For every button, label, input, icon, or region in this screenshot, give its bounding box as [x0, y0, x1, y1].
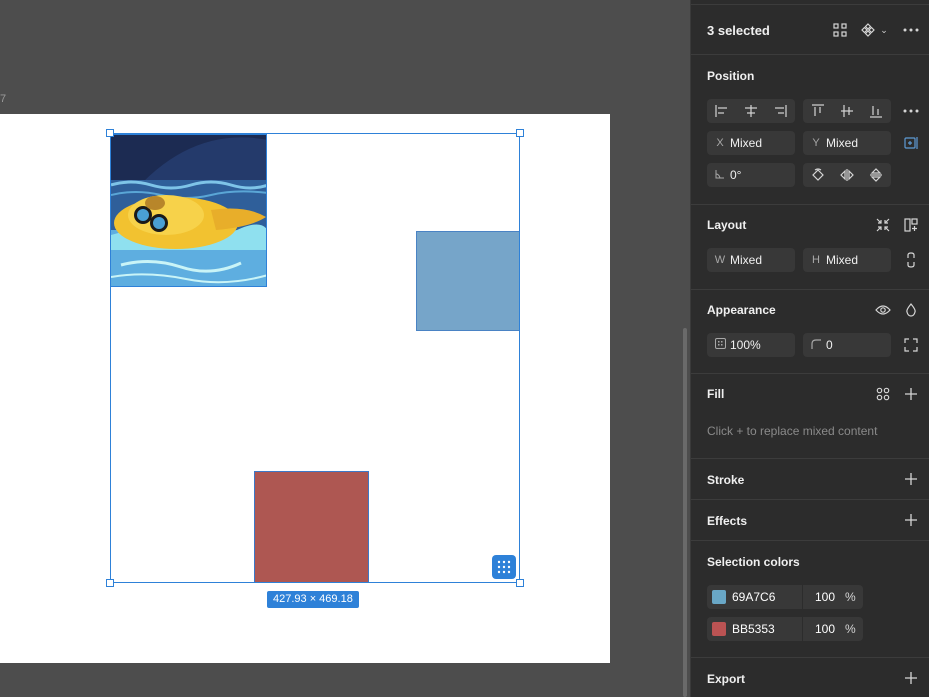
rotation-value: 0° [730, 168, 742, 182]
align-right-icon[interactable] [766, 99, 795, 123]
panel-scrollbar[interactable] [683, 328, 687, 697]
flip-vertical-icon[interactable] [862, 163, 891, 187]
more-options-icon[interactable] [900, 19, 922, 41]
rotate-90-icon[interactable] [803, 163, 832, 187]
opacity-icon [710, 338, 730, 352]
effects-title: Effects [707, 514, 748, 528]
h-label: H [812, 254, 820, 266]
align-bottom-icon[interactable] [862, 99, 891, 123]
percent-sign: % [845, 622, 856, 636]
character-image [111, 135, 266, 286]
stroke-section: Stroke [691, 459, 929, 500]
corner-radius-field[interactable]: 0 [803, 333, 891, 357]
dots-grid-icon [497, 560, 511, 574]
export-section: Export [691, 658, 929, 697]
component-icon[interactable] [857, 19, 879, 41]
more-alignment-icon[interactable] [900, 100, 922, 122]
corner-radius-value: 0 [826, 338, 833, 352]
percent-sign: % [845, 590, 856, 604]
frame-label: 7 [0, 93, 7, 105]
chevron-down-icon[interactable]: ⌄ [877, 19, 891, 41]
export-title: Export [707, 672, 746, 686]
add-auto-layout-icon[interactable] [900, 214, 922, 236]
constraints-icon[interactable] [900, 132, 922, 154]
dimensions-badge: 427.93 × 469.18 [267, 591, 359, 608]
add-fill-icon[interactable] [900, 383, 922, 405]
resize-handle-bottom-right[interactable] [516, 579, 524, 587]
image-layer[interactable] [110, 134, 267, 287]
fill-title: Fill [707, 387, 725, 401]
independent-corners-icon[interactable] [900, 334, 922, 356]
properties-panel: 3 selected ⌄ Position X Mixed Y Mixed 0°… [690, 0, 929, 697]
align-center-horizontal-icon[interactable] [736, 99, 765, 123]
blue-rectangle[interactable] [416, 231, 520, 331]
position-section: Position X Mixed Y Mixed 0° [691, 55, 929, 205]
color-opacity[interactable]: 100 [803, 590, 835, 604]
grid-layout-icon[interactable] [829, 19, 851, 41]
eye-icon[interactable] [872, 299, 894, 321]
blend-mode-drop-icon[interactable] [900, 299, 922, 321]
corner-radius-icon [806, 338, 826, 352]
auto-layout-grid-button[interactable] [492, 555, 516, 579]
design-canvas[interactable]: 7 427.93 × 469.18 [0, 0, 690, 697]
constrain-proportions-icon[interactable] [900, 249, 922, 271]
align-middle-icon[interactable] [832, 99, 861, 123]
rotation-icon [710, 169, 730, 182]
opacity-value: 100% [730, 338, 761, 352]
fill-hint: Click + to replace mixed content [707, 424, 878, 438]
fill-section: Fill Click + to replace mixed content [691, 374, 929, 459]
selection-color-row[interactable]: BB5353 100 % [707, 617, 863, 641]
collapse-icon[interactable] [872, 214, 894, 236]
vertical-align-group [803, 99, 891, 123]
h-value: Mixed [826, 253, 859, 267]
transform-group [803, 163, 891, 187]
height-field[interactable]: H Mixed [803, 248, 891, 272]
selection-count: 3 selected [707, 23, 770, 38]
color-hex[interactable]: BB5353 [732, 622, 802, 636]
layout-section: Layout W Mixed H Mixed [691, 205, 929, 290]
position-title: Position [707, 69, 755, 83]
effects-section: Effects [691, 500, 929, 541]
appearance-title: Appearance [707, 303, 776, 317]
selection-color-row[interactable]: 69A7C6 100 % [707, 585, 863, 609]
stroke-title: Stroke [707, 473, 745, 487]
color-opacity[interactable]: 100 [803, 622, 835, 636]
selection-header: 3 selected ⌄ [691, 0, 929, 55]
x-label: X [716, 137, 724, 149]
rotation-field[interactable]: 0° [707, 163, 795, 187]
flip-horizontal-icon[interactable] [832, 163, 861, 187]
y-label: Y [812, 137, 820, 149]
resize-handle-bottom-left[interactable] [106, 579, 114, 587]
color-swatch[interactable] [712, 590, 726, 604]
add-stroke-icon[interactable] [900, 468, 922, 490]
align-left-icon[interactable] [707, 99, 736, 123]
x-value: Mixed [730, 136, 763, 150]
horizontal-align-group [707, 99, 795, 123]
x-position-field[interactable]: X Mixed [707, 131, 795, 155]
selection-colors-title: Selection colors [707, 555, 800, 569]
layout-title: Layout [707, 218, 747, 232]
styles-icon[interactable] [872, 383, 894, 405]
selection-colors-section: Selection colors 69A7C6 100 % BB5353 100… [691, 541, 929, 658]
add-export-icon[interactable] [900, 667, 922, 689]
add-effect-icon[interactable] [900, 509, 922, 531]
w-value: Mixed [730, 253, 763, 267]
y-position-field[interactable]: Y Mixed [803, 131, 891, 155]
opacity-field[interactable]: 100% [707, 333, 795, 357]
red-rectangle[interactable] [254, 471, 369, 583]
w-label: W [714, 254, 726, 266]
resize-handle-top-left[interactable] [106, 129, 114, 137]
appearance-section: Appearance 100% 0 [691, 290, 929, 374]
color-swatch[interactable] [712, 622, 726, 636]
align-top-icon[interactable] [803, 99, 832, 123]
resize-handle-top-right[interactable] [516, 129, 524, 137]
width-field[interactable]: W Mixed [707, 248, 795, 272]
y-value: Mixed [826, 136, 859, 150]
color-hex[interactable]: 69A7C6 [732, 590, 802, 604]
